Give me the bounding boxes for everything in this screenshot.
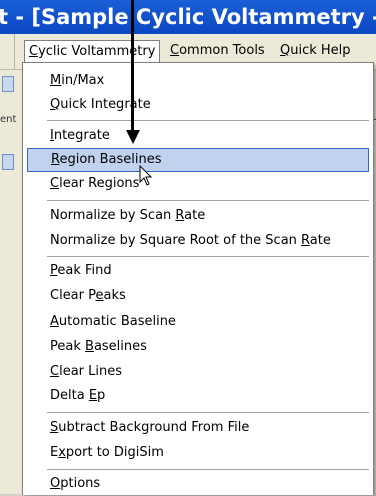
menu-item-clear-lines[interactable]: Clear Lines (27, 360, 369, 384)
menu-item-automatic-baseline[interactable]: Automatic Baseline (27, 310, 369, 334)
menu-separator (47, 412, 369, 413)
mnemonic: C (170, 43, 180, 58)
window-title-bar: t - [Sample Cyclic Voltammetry - Fe (0, 0, 376, 34)
menu-item-clear-regions[interactable]: Clear Regions (27, 172, 369, 196)
menu-common-tools[interactable]: Common Tools (166, 40, 269, 62)
menu-item-delta-ep[interactable]: Delta Ep (27, 384, 369, 408)
menubar-left-edge (0, 34, 15, 69)
menu-item-min-max[interactable]: Min/Max (27, 69, 369, 93)
menu-item-export-digisim[interactable]: Export to DigiSim (27, 441, 369, 465)
menu-separator (47, 120, 369, 121)
menu-item-options[interactable]: Options (27, 472, 369, 496)
mnemonic: Q (280, 43, 291, 58)
menu-item-integrate[interactable]: Integrate (27, 124, 369, 148)
menu-item-normalize-scan-rate[interactable]: Normalize by Scan Rate (27, 204, 369, 228)
menu-separator (47, 469, 369, 470)
annotation-arrow-line (131, 0, 134, 134)
background-app-area: ent (0, 70, 22, 494)
background-text: ent (0, 114, 17, 125)
menu-item-peak-find[interactable]: Peak Find (27, 259, 369, 283)
menu-item-subtract-background[interactable]: Subtract Background From File (27, 416, 369, 440)
menu-item-clear-peaks[interactable]: Clear Peaks (27, 284, 369, 308)
menu-item-normalize-sqrt-scan-rate[interactable]: Normalize by Square Root of the Scan Rat… (27, 229, 369, 253)
menu-quick-help[interactable]: Quick Help (276, 40, 355, 62)
menu-item-peak-baselines[interactable]: Peak Baselines (27, 335, 369, 359)
menu-separator (47, 256, 369, 257)
annotation-arrow-head (126, 130, 140, 144)
mnemonic: C (29, 44, 39, 59)
menu-item-region-baselines[interactable]: Region Baselines (27, 148, 369, 172)
menu-item-quick-integrate[interactable]: Quick Integrate (27, 93, 369, 117)
toolbar-icon[interactable] (2, 76, 14, 92)
window-title: t - [Sample Cyclic Voltammetry - Fe (0, 5, 376, 29)
menu-separator (47, 200, 369, 201)
toolbar-icon[interactable] (2, 154, 14, 170)
cyclic-voltammetry-dropdown-menu: Min/Max Quick Integrate Integrate Region… (22, 62, 374, 495)
mouse-pointer-icon (139, 165, 153, 186)
